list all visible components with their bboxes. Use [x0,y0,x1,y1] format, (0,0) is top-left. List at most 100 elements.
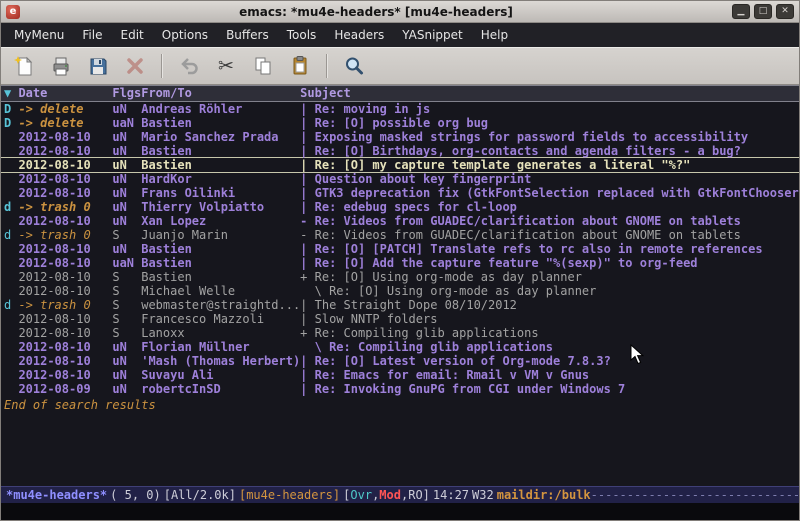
message-row[interactable]: 2012-08-10 uN Frans Oilinki | GTK3 depre… [1,186,799,200]
mark-char [4,172,18,186]
copy-button[interactable] [248,51,278,81]
modified-flag: Mod [379,487,401,503]
message-subject: + Re: [O] Using org-mode as day planner [300,270,799,284]
message-row[interactable]: 2012-08-10 uN Mario Sanchez Prada | Expo… [1,130,799,144]
message-row[interactable]: 2012-08-09 uN robertcInSD | Re: Invoking… [1,382,799,396]
message-subject: | Exposing masked strings for password f… [300,130,799,144]
message-row[interactable]: D -> delete uaN Bastien | Re: [O] possib… [1,116,799,130]
message-date: 2012-08-10 [18,340,112,354]
message-flags: uN [112,102,141,116]
window-title: emacs: *mu4e-headers* [mu4e-headers] [20,5,732,19]
message-row[interactable]: 2012-08-10 uN HardKor | Question about k… [1,172,799,186]
search-button[interactable] [339,51,369,81]
message-flags: S [112,284,141,298]
column-header-from[interactable]: From/To [141,86,300,101]
message-subject: | Re: edebug specs for cl-loop [300,200,799,214]
column-header-subject[interactable]: Subject [300,86,799,101]
message-flags: uN [112,368,141,382]
menu-tools[interactable]: Tools [278,25,326,45]
message-row[interactable]: 2012-08-10 S Michael Welle \ Re: [O] Usi… [1,284,799,298]
mark-char [4,326,18,340]
message-subject: | Re: [O] [PATCH] Translate refs to rc a… [300,242,799,256]
message-row[interactable]: 2012-08-10 uN Bastien | Re: [O] my captu… [1,158,799,172]
message-subject: | The Straight Dope 08/10/2012 [300,298,799,312]
message-row[interactable]: 2012-08-10 S Francesco Mazzoli | Slow NN… [1,312,799,326]
message-date: 2012-08-10 [18,186,112,200]
message-subject: | Re: Invoking GnuPG from CGI under Wind… [300,382,799,396]
menu-edit[interactable]: Edit [112,25,153,45]
minimize-button[interactable]: ▁ [732,4,750,19]
mark-char [4,270,18,284]
copy-icon [252,55,274,77]
message-subject: | Re: [O] Birthdays, org-contacts and ag… [300,144,799,158]
modeline-minor-flags: [Ovr,Mod,RO] [343,487,430,503]
message-date: -> trash 0 [18,298,112,312]
emacs-app-icon: e [6,5,20,19]
cut-button[interactable]: ✂ [211,51,241,81]
close-button[interactable]: ✕ [776,4,794,19]
message-date: 2012-08-10 [18,130,112,144]
column-header-flags[interactable]: Flgs [112,86,141,101]
menu-options[interactable]: Options [153,25,217,45]
save-icon [87,55,109,77]
message-row[interactable]: d -> trash 0 uN Thierry Volpiatto | Re: … [1,200,799,214]
message-subject: | Question about key fingerprint [300,172,799,186]
message-row[interactable]: 2012-08-10 uN Florian Müllner \ Re: Comp… [1,340,799,354]
message-subject: - Re: Videos from GUADEC/clarification a… [300,228,799,242]
message-from: Bastien [141,158,300,172]
echo-area[interactable] [1,503,799,520]
message-flags: uN [112,340,141,354]
kill-buffer-button[interactable] [120,51,150,81]
mark-char [4,242,18,256]
message-row[interactable]: 2012-08-10 uaN Bastien | Re: [O] Add the… [1,256,799,270]
message-row[interactable]: D -> delete uN Andreas Röhler | Re: movi… [1,102,799,116]
message-row[interactable]: 2012-08-10 S Lanoxx + Re: Compiling glib… [1,326,799,340]
message-date: 2012-08-10 [18,326,112,340]
column-header-date[interactable]: Date [18,86,112,101]
message-row[interactable]: 2012-08-10 S Bastien + Re: [O] Using org… [1,270,799,284]
message-from: Francesco Mazzoli [141,312,300,326]
print-button[interactable] [46,51,76,81]
save-button[interactable] [83,51,113,81]
menu-help[interactable]: Help [472,25,517,45]
message-from: Florian Müllner [141,340,300,354]
message-row[interactable]: d -> trash 0 S webmaster@straightd... | … [1,298,799,312]
menu-buffers[interactable]: Buffers [217,25,278,45]
message-from: Bastien [141,144,300,158]
message-row[interactable]: 2012-08-10 uN Bastien | Re: [O] [PATCH] … [1,242,799,256]
menu-mymenu[interactable]: MyMenu [5,25,73,45]
message-row[interactable]: d -> trash 0 S Juanjo Marin - Re: Videos… [1,228,799,242]
menu-yasnippet[interactable]: YASnippet [393,25,472,45]
message-date: 2012-08-10 [18,270,112,284]
menu-file[interactable]: File [73,25,111,45]
message-row[interactable]: 2012-08-10 uN Xan Lopez - Re: Videos fro… [1,214,799,228]
message-from: Suvayu Ali [141,368,300,382]
message-row[interactable]: 2012-08-10 uN Suvayu Ali | Re: Emacs for… [1,368,799,382]
sort-direction-icon[interactable]: ▼ [4,86,18,101]
message-date: -> trash 0 [18,228,112,242]
bracket: ] [423,487,430,503]
message-row[interactable]: 2012-08-10 uN 'Mash (Thomas Herbert) | R… [1,354,799,368]
paste-button[interactable] [285,51,315,81]
message-date: -> delete [18,116,112,130]
menu-headers[interactable]: Headers [325,25,393,45]
message-list: D -> delete uN Andreas Röhler | Re: movi… [1,102,799,396]
message-date: 2012-08-10 [18,312,112,326]
maximize-button[interactable]: □ [754,4,772,19]
message-date: -> trash 0 [18,200,112,214]
titlebar: e emacs: *mu4e-headers* [mu4e-headers] ▁… [1,1,799,23]
undo-button[interactable] [174,51,204,81]
message-from: HardKor [141,172,300,186]
message-from: robertcInSD [141,382,300,396]
menu-bar: MyMenuFileEditOptionsBuffersToolsHeaders… [1,23,799,47]
paste-icon [289,55,311,77]
mark-char [4,354,18,368]
modeline-buffer-name[interactable]: *mu4e-headers* [6,487,107,503]
overwrite-flag: Ovr [350,487,372,503]
mark-char: D [4,116,18,130]
message-from: Lanoxx [141,326,300,340]
new-file-button[interactable] [9,51,39,81]
message-from: Bastien [141,256,300,270]
message-row[interactable]: 2012-08-10 uN Bastien | Re: [O] Birthday… [1,144,799,158]
modeline-major-mode[interactable]: [mu4e-headers] [239,487,340,503]
